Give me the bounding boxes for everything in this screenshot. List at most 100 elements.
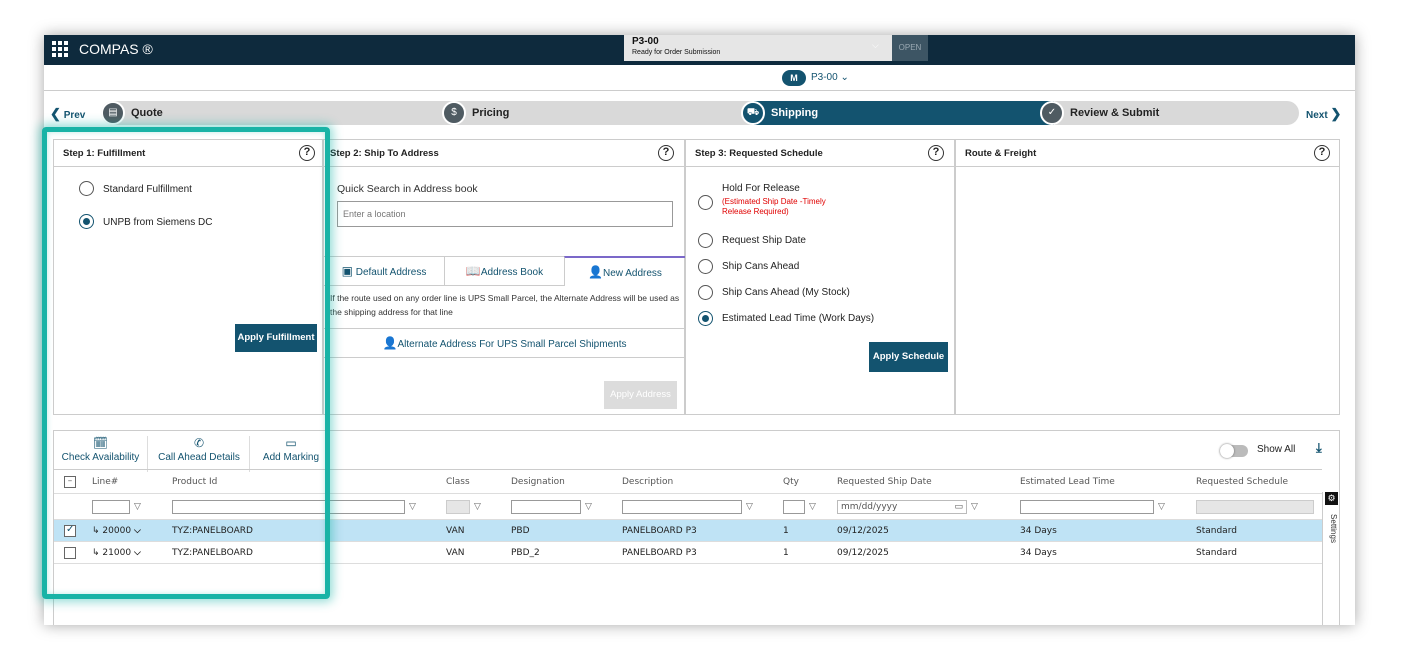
ship-date-cell: 09/12/2025: [829, 519, 1012, 542]
qty-cell: 1: [775, 541, 829, 564]
quick-search-label: Quick Search in Address book: [337, 183, 478, 195]
check-icon: ✓: [1040, 101, 1064, 125]
filter-icon[interactable]: ▽: [1158, 502, 1165, 512]
settings-label: Settings: [1328, 514, 1338, 543]
radio-label: Ship Cans Ahead: [722, 261, 800, 272]
apply-address-button[interactable]: Apply Address: [604, 381, 677, 409]
top-bar: COMPAS ® P3-00 Ready for Order Submissio…: [44, 35, 1355, 65]
document-selector[interactable]: P3-00 Ready for Order Submission ⌵: [624, 35, 892, 61]
user-badge[interactable]: M: [782, 70, 806, 86]
requested-schedule-panel: Step 3: Requested Schedule ? Hold For Re…: [685, 139, 955, 415]
step-label: Shipping: [771, 107, 819, 119]
settings-side-tab[interactable]: ⚙ Settings: [1322, 492, 1338, 625]
designation-cell: PBD_2: [503, 541, 614, 564]
highlight-annotation-box: [42, 127, 330, 599]
qty-cell: 1: [775, 519, 829, 542]
schedule-cell: Standard: [1188, 519, 1322, 542]
column-header[interactable]: Requested Schedule: [1188, 469, 1322, 494]
lead-time-cell: 34 Days: [1012, 541, 1188, 564]
document-icon: ▤: [101, 101, 125, 125]
apply-schedule-button[interactable]: Apply Schedule: [869, 342, 948, 372]
estimated-lead-time-radio[interactable]: [698, 311, 713, 326]
step-label: Review & Submit: [1070, 107, 1160, 119]
step-track: ▤ Quote $ Pricing ⛟ Shipping ✓ Review & …: [101, 101, 1299, 125]
tab-new-address[interactable]: 👤New Address: [564, 256, 685, 286]
designation-filter-input[interactable]: [511, 499, 581, 514]
truck-icon: ⛟: [741, 101, 765, 125]
radio-label: Estimated Lead Time (Work Days): [722, 313, 875, 324]
schedule-filter-input[interactable]: [1196, 499, 1314, 514]
show-all-toggle[interactable]: [1220, 444, 1248, 458]
input-placeholder: Enter a location: [343, 209, 406, 219]
ups-note: If the route used on any order line is U…: [330, 293, 680, 317]
description-cell: PANELBOARD P3: [614, 541, 775, 564]
contact-card-icon: ▣: [341, 264, 353, 278]
document-id: P3-00: [632, 36, 659, 47]
column-header[interactable]: Class: [438, 469, 503, 494]
wizard-stepper: ❮ Prev ▤ Quote $ Pricing ⛟ Shipping ✓ Re…: [44, 98, 1355, 128]
gear-icon: ⚙: [1325, 492, 1338, 505]
add-user-icon: 👤: [588, 265, 604, 279]
hold-for-release-radio[interactable]: [698, 195, 713, 210]
document-dropdown[interactable]: P3-00 ⌄: [811, 72, 849, 83]
panel-title: Step 3: Requested Schedule: [695, 148, 823, 159]
document-status: Ready for Order Submission: [632, 49, 721, 56]
ship-to-address-panel: Step 2: Ship To Address ? Quick Search i…: [323, 139, 685, 415]
filter-icon[interactable]: ▽: [409, 502, 416, 512]
lead-time-cell: 34 Days: [1012, 519, 1188, 542]
open-status-badge: OPEN: [892, 35, 928, 61]
address-search-input[interactable]: Enter a location: [337, 201, 673, 227]
column-header[interactable]: Description: [614, 469, 775, 494]
filter-icon[interactable]: ▽: [585, 502, 592, 512]
filter-icon[interactable]: ▽: [809, 502, 816, 512]
class-filter-input[interactable]: [446, 499, 470, 514]
alternate-address-link[interactable]: 👤Alternate Address For UPS Small Parcel …: [324, 328, 685, 358]
qty-filter-input[interactable]: [783, 499, 805, 514]
step-label: Quote: [131, 107, 163, 119]
column-header[interactable]: Requested Ship Date: [829, 469, 1012, 494]
radio-label: Request Ship Date: [722, 235, 806, 246]
prev-button[interactable]: ❮ Prev: [50, 106, 85, 122]
tab-default-address[interactable]: ▣ Default Address: [324, 256, 444, 286]
ship-cans-ahead-my-stock-radio[interactable]: [698, 285, 713, 300]
chevron-down-icon[interactable]: ⌵: [872, 40, 879, 51]
help-icon[interactable]: ?: [1314, 145, 1330, 161]
radio-label: Ship Cans Ahead (My Stock): [722, 287, 850, 298]
class-cell: VAN: [438, 541, 503, 564]
radio-label: Hold For Release: [722, 183, 800, 194]
app-title: COMPAS ®: [79, 41, 153, 57]
request-ship-date-radio[interactable]: [698, 233, 713, 248]
dollar-icon: $: [442, 101, 466, 125]
column-header[interactable]: Estimated Lead Time: [1012, 469, 1188, 494]
description-filter-input[interactable]: [622, 499, 742, 514]
schedule-cell: Standard: [1188, 541, 1322, 564]
calendar-icon[interactable]: ▭: [954, 501, 963, 513]
route-freight-panel: Route & Freight ?: [955, 139, 1340, 415]
ship-cans-ahead-radio[interactable]: [698, 259, 713, 274]
lead-time-filter-input[interactable]: [1020, 499, 1154, 514]
description-cell: PANELBOARD P3: [614, 519, 775, 542]
column-header[interactable]: Qty: [775, 469, 829, 494]
add-user-icon: 👤: [382, 336, 398, 350]
book-icon: 📖: [465, 264, 481, 278]
step-label: Pricing: [472, 107, 510, 119]
chevron-left-icon: ❮: [50, 106, 61, 121]
filter-icon[interactable]: ▽: [474, 502, 481, 512]
app-grid-icon[interactable]: [52, 41, 68, 57]
ship-date-cell: 09/12/2025: [829, 541, 1012, 564]
class-cell: VAN: [438, 519, 503, 542]
download-icon[interactable]: ⤓: [1316, 440, 1322, 456]
next-button[interactable]: Next ❯: [1306, 106, 1341, 122]
column-header[interactable]: Designation: [503, 469, 614, 494]
help-icon[interactable]: ?: [658, 145, 674, 161]
tab-address-book[interactable]: 📖Address Book: [444, 256, 564, 286]
filter-icon[interactable]: ▽: [746, 502, 753, 512]
filter-icon[interactable]: ▽: [971, 502, 978, 512]
panel-title: Route & Freight: [965, 148, 1037, 159]
sub-header: M P3-00 ⌄: [44, 65, 1355, 91]
ship-date-filter-input[interactable]: mm/dd/yyyy ▭: [837, 499, 967, 514]
hold-release-warning: (Estimated Ship Date -Timely Release Req…: [722, 197, 826, 216]
designation-cell: PBD: [503, 519, 614, 542]
help-icon[interactable]: ?: [928, 145, 944, 161]
chevron-right-icon: ❯: [1330, 106, 1342, 121]
